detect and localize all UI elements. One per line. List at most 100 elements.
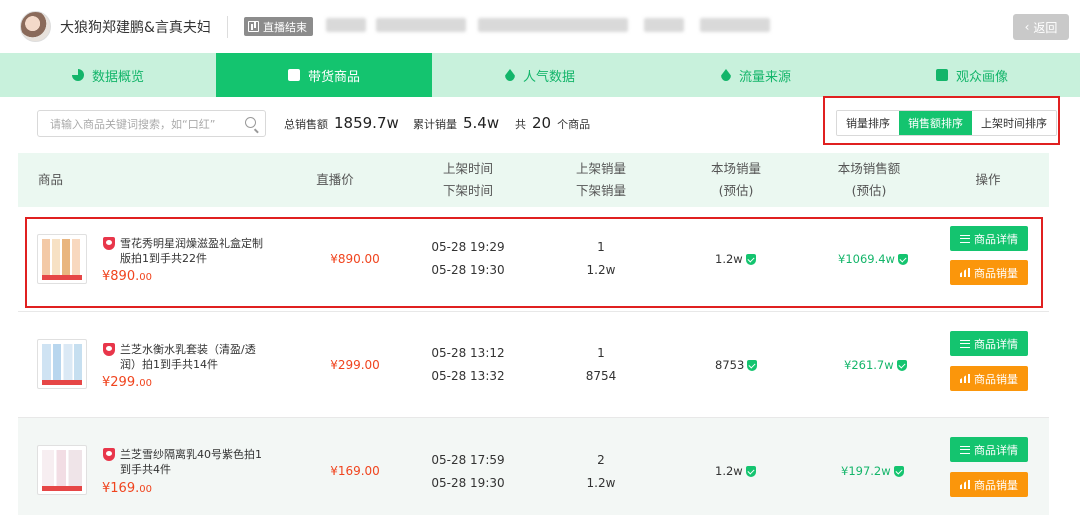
detail-label: 商品详情 — [974, 337, 1018, 351]
drop-icon — [504, 69, 515, 81]
col-live-price-label: 直播价 — [316, 172, 354, 187]
user-card-icon — [935, 69, 948, 81]
est-sales-value: ¥261.7w — [844, 358, 894, 372]
live-price: ¥169.00 — [330, 464, 380, 478]
col-est-volume-note: (预估) — [718, 183, 754, 198]
list-times: 05-28 13:12 05-28 13:32 — [418, 342, 518, 388]
avatar[interactable] — [20, 11, 51, 42]
detail-label: 商品详情 — [974, 443, 1018, 457]
col-actions-label: 操作 — [975, 172, 1001, 187]
back-label: 返回 — [1033, 20, 1058, 35]
tab-label: 数据概览 — [91, 69, 144, 85]
col-est-volume: 本场销量 (预估) — [686, 153, 786, 207]
product-name[interactable]: 兰芝雪纱隔离乳40号紫色拍1到手共4件 — [120, 447, 268, 477]
divider — [227, 16, 228, 38]
redacted-info — [700, 18, 770, 32]
total-sales-value: 1859.7w — [334, 114, 399, 132]
col-live-price: 直播价 — [295, 153, 375, 207]
price-decimal: 00 — [139, 484, 152, 495]
col-actions: 操作 — [958, 153, 1018, 207]
est-sales-value: ¥197.2w — [841, 464, 891, 478]
brand-shield-icon — [103, 448, 115, 461]
verified-icon — [896, 359, 907, 371]
product-detail-button[interactable]: 商品详情 — [950, 437, 1028, 462]
col-delist-time-label: 下架时间 — [442, 183, 493, 198]
product-price: ¥169.00 — [102, 481, 152, 496]
product-sales-button[interactable]: 商品销量 — [950, 366, 1028, 391]
sort-by-sales-button[interactable]: 销售额排序 — [899, 111, 972, 135]
product-detail-button[interactable]: 商品详情 — [950, 331, 1028, 356]
product-thumbnail[interactable] — [37, 339, 87, 389]
tab-popularity[interactable]: 人气数据 — [432, 53, 648, 97]
product-count-stat: 共 20 个商品 — [515, 114, 590, 132]
count-value: 20 — [532, 114, 552, 132]
redacted-info — [376, 18, 466, 32]
drop-icon — [720, 69, 731, 81]
est-sales: ¥261.7w — [844, 358, 907, 372]
off-shelf-time: 05-28 19:30 — [431, 476, 505, 490]
tab-label: 流量来源 — [738, 69, 791, 85]
product-name[interactable]: 兰芝水衡水乳套装（清盈/透润）拍1到手共14件 — [120, 342, 268, 372]
search-icon[interactable] — [245, 117, 256, 128]
col-list-time-label: 上架时间 — [442, 161, 493, 176]
price-integer: ¥299. — [102, 375, 140, 390]
col-list-time: 上架时间 下架时间 — [418, 153, 518, 207]
count-suffix: 个商品 — [557, 118, 591, 131]
est-volume-value: 8753 — [715, 358, 745, 372]
col-list-volume-label: 上架销量 — [575, 161, 626, 176]
brand-shield-icon — [103, 343, 115, 356]
table-row: 兰芝雪纱隔离乳40号紫色拍1到手共4件 ¥169.00 ¥169.00 05-2… — [18, 418, 1049, 515]
list-volumes: 1 8754 — [551, 342, 651, 388]
product-price: ¥299.00 — [102, 375, 152, 390]
row-highlight-frame — [25, 217, 1043, 308]
sales-label: 商品销量 — [974, 478, 1018, 492]
sort-by-time-button[interactable]: 上架时间排序 — [972, 111, 1056, 135]
col-product-label: 商品 — [38, 172, 64, 187]
verified-icon — [747, 359, 758, 371]
bar-chart-icon — [960, 374, 970, 383]
search-placeholder: 请输入商品关键词搜索，如“口红” — [50, 117, 216, 131]
tab-audience[interactable]: 观众画像 — [864, 53, 1080, 97]
col-list-volume: 上架销量 下架销量 — [551, 153, 651, 207]
table-header: 商品 直播价 上架时间 下架时间 上架销量 下架销量 本场销量 (预估) 本场销… — [18, 153, 1049, 207]
tab-overview[interactable]: 数据概览 — [0, 53, 216, 97]
price-decimal: 00 — [139, 378, 152, 389]
off-shelf-volume: 1.2w — [586, 476, 616, 490]
col-product: 商品 — [38, 153, 98, 207]
redacted-info — [644, 18, 684, 32]
back-button[interactable]: ‹ 返回 — [1013, 14, 1069, 40]
redacted-info — [326, 18, 366, 32]
col-est-volume-label: 本场销量 — [710, 161, 761, 176]
verified-icon — [745, 465, 756, 477]
list-icon — [960, 339, 970, 348]
shopping-bag-icon — [287, 69, 300, 81]
pie-chart-icon — [71, 69, 84, 81]
col-est-sales-note: (预估) — [851, 183, 887, 198]
verified-icon — [893, 465, 904, 477]
redacted-info — [478, 18, 628, 32]
search-input[interactable]: 请输入商品关键词搜索，如“口红” — [37, 110, 266, 137]
list-icon — [960, 445, 970, 454]
product-thumbnail[interactable] — [37, 445, 87, 495]
product-sales-button[interactable]: 商品销量 — [950, 472, 1028, 497]
col-est-sales: 本场销售额 (预估) — [819, 153, 919, 207]
live-price: ¥299.00 — [330, 358, 380, 372]
off-shelf-volume: 8754 — [585, 369, 617, 383]
sort-by-volume-button[interactable]: 销量排序 — [837, 111, 899, 135]
header: 大狼狗郑建鹏&言真夫妇 直播结束 ‹ 返回 — [0, 0, 1080, 53]
list-volumes: 2 1.2w — [551, 449, 651, 495]
on-shelf-volume: 2 — [597, 453, 605, 467]
est-sales: ¥197.2w — [841, 464, 904, 478]
on-shelf-time: 05-28 13:12 — [431, 346, 505, 360]
chevron-left-icon: ‹ — [1024, 20, 1030, 34]
live-status-badge: 直播结束 — [244, 17, 313, 36]
total-sales-label: 总销售额 — [284, 118, 328, 131]
on-shelf-volume: 1 — [597, 346, 605, 360]
total-sales-stat: 总销售额 1859.7w — [284, 114, 399, 132]
tab-traffic[interactable]: 流量来源 — [648, 53, 864, 97]
streamer-name: 大狼狗郑建鹏&言真夫妇 — [60, 20, 211, 36]
tab-bar: 数据概览 带货商品 人气数据 流量来源 观众画像 — [0, 53, 1080, 97]
total-volume-label: 累计销量 — [413, 118, 457, 131]
off-shelf-time: 05-28 13:32 — [431, 369, 505, 383]
tab-products[interactable]: 带货商品 — [216, 53, 432, 97]
